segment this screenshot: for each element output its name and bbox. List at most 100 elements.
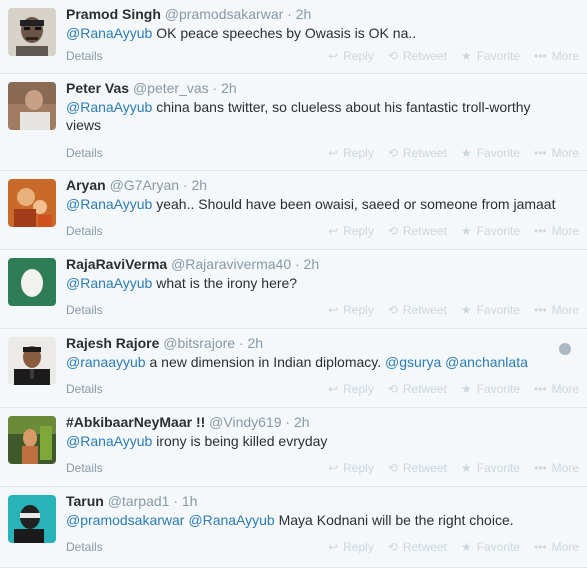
details-link[interactable]: Details <box>66 382 103 396</box>
tweet[interactable]: Aryan @G7Aryan · 2h @RanaAyyub yeah.. Sh… <box>0 171 587 250</box>
author-meta[interactable]: @Vindy619 · 2h <box>209 414 309 430</box>
avatar[interactable] <box>8 82 56 130</box>
favorite-button[interactable]: ★ Favorite <box>461 146 520 160</box>
more-button[interactable]: ••• More <box>534 224 579 238</box>
avatar[interactable] <box>8 416 56 464</box>
retweet-button[interactable]: ⟲ Retweet <box>388 224 447 238</box>
tweet[interactable]: Peter Vas @peter_vas · 2h @RanaAyyub chi… <box>0 74 587 171</box>
more-button[interactable]: ••• More <box>534 49 579 63</box>
mention-link[interactable]: @RanaAyyub <box>66 275 152 291</box>
more-button[interactable]: ••• More <box>534 303 579 317</box>
more-button[interactable]: ••• More <box>534 461 579 475</box>
more-icon: ••• <box>534 540 547 554</box>
star-icon: ★ <box>460 303 472 317</box>
favorite-button[interactable]: ★ Favorite <box>461 224 520 238</box>
tweet[interactable]: Pramod Singh @pramodsakarwar · 2h @RanaA… <box>0 0 587 74</box>
mention-link[interactable]: @gsurya <box>385 354 441 370</box>
more-icon: ••• <box>534 461 547 475</box>
author-meta[interactable]: @pramodsakarwar · 2h <box>165 6 312 22</box>
reply-label: Reply <box>343 224 374 238</box>
retweet-label: Retweet <box>402 224 447 238</box>
tweet[interactable]: RajaRaviVerma @Rajaraviverma40 · 2h @Ran… <box>0 250 587 329</box>
retweet-button[interactable]: ⟲ Retweet <box>388 146 447 160</box>
avatar[interactable] <box>8 337 56 385</box>
author-meta[interactable]: @tarpad1 · 1h <box>108 493 198 509</box>
details-link[interactable]: Details <box>66 146 103 160</box>
reply-button[interactable]: ↩ Reply <box>328 382 374 396</box>
mention-link[interactable]: @RanaAyyub <box>66 433 152 449</box>
more-icon: ••• <box>534 146 547 160</box>
retweet-icon: ⟲ <box>387 303 398 317</box>
favorite-button[interactable]: ★ Favorite <box>461 540 520 554</box>
retweet-label: Retweet <box>402 461 447 475</box>
retweet-button[interactable]: ⟲ Retweet <box>388 540 447 554</box>
author-name[interactable]: Rajesh Rajore <box>66 335 159 351</box>
author-meta[interactable]: @peter_vas · 2h <box>133 80 237 96</box>
more-icon: ••• <box>534 303 547 317</box>
author-meta[interactable]: @bitsrajore · 2h <box>163 335 263 351</box>
more-button[interactable]: ••• More <box>534 540 579 554</box>
reply-button[interactable]: ↩ Reply <box>328 540 374 554</box>
details-link[interactable]: Details <box>66 461 103 475</box>
retweet-button[interactable]: ⟲ Retweet <box>388 461 447 475</box>
tweet[interactable]: #AbkibaarNeyMaar !! @Vindy619 · 2h @Rana… <box>0 408 587 487</box>
tweet-body: irony is being killed evryday <box>152 433 328 449</box>
favorite-button[interactable]: ★ Favorite <box>461 303 520 317</box>
avatar[interactable] <box>8 495 56 543</box>
details-link[interactable]: Details <box>66 49 103 63</box>
reply-icon: ↩ <box>328 146 339 160</box>
mention-link[interactable]: @RanaAyyub <box>66 99 152 115</box>
more-button[interactable]: ••• More <box>534 382 579 396</box>
more-button[interactable]: ••• More <box>534 146 579 160</box>
reply-label: Reply <box>343 146 374 160</box>
retweet-icon: ⟲ <box>387 224 398 238</box>
retweet-button[interactable]: ⟲ Retweet <box>388 382 447 396</box>
reply-label: Reply <box>343 540 374 554</box>
star-icon: ★ <box>460 146 472 160</box>
retweet-icon: ⟲ <box>387 49 398 63</box>
details-link[interactable]: Details <box>66 303 103 317</box>
avatar[interactable] <box>8 258 56 306</box>
favorite-button[interactable]: ★ Favorite <box>461 461 520 475</box>
details-link[interactable]: Details <box>66 540 103 554</box>
mention-link[interactable]: @RanaAyyub <box>66 25 152 41</box>
author-name[interactable]: RajaRaviVerma <box>66 256 167 272</box>
more-label: More <box>551 224 579 238</box>
star-icon: ★ <box>460 382 472 396</box>
author-meta[interactable]: @G7Aryan · 2h <box>110 177 207 193</box>
mention-link[interactable]: @anchanlata <box>445 354 528 370</box>
favorite-label: Favorite <box>476 303 521 317</box>
avatar[interactable] <box>8 8 56 56</box>
avatar[interactable] <box>8 179 56 227</box>
favorite-button[interactable]: ★ Favorite <box>461 49 520 63</box>
reply-button[interactable]: ↩ Reply <box>328 224 374 238</box>
details-link[interactable]: Details <box>66 224 103 238</box>
mention-link[interactable]: @RanaAyyub <box>66 196 152 212</box>
reply-button[interactable]: ↩ Reply <box>328 146 374 160</box>
reply-button[interactable]: ↩ Reply <box>328 303 374 317</box>
reply-button[interactable]: ↩ Reply <box>328 49 374 63</box>
reply-label: Reply <box>343 303 374 317</box>
author-name[interactable]: Peter Vas <box>66 80 129 96</box>
tweet[interactable]: Rajesh Rajore @bitsrajore · 2h @ranaayyu… <box>0 329 587 408</box>
retweet-label: Retweet <box>402 382 447 396</box>
author-meta[interactable]: @Rajaraviverma40 · 2h <box>171 256 319 272</box>
retweet-button[interactable]: ⟲ Retweet <box>388 303 447 317</box>
author-name[interactable]: Tarun <box>66 493 104 509</box>
tweet[interactable]: Tarun @tarpad1 · 1h @pramodsakarwar @Ran… <box>0 487 587 568</box>
author-name[interactable]: Pramod Singh <box>66 6 161 22</box>
reply-icon: ↩ <box>328 49 339 63</box>
reply-icon: ↩ <box>328 303 339 317</box>
favorite-button[interactable]: ★ Favorite <box>461 382 520 396</box>
reply-button[interactable]: ↩ Reply <box>328 461 374 475</box>
mention-link[interactable]: @RanaAyyub <box>188 512 274 528</box>
mention-link[interactable]: @ranaayyub <box>66 354 146 370</box>
retweet-icon: ⟲ <box>387 146 398 160</box>
reply-icon: ↩ <box>328 461 339 475</box>
reply-label: Reply <box>343 461 374 475</box>
favorite-label: Favorite <box>476 540 521 554</box>
author-name[interactable]: Aryan <box>66 177 106 193</box>
mention-link[interactable]: @pramodsakarwar <box>66 512 184 528</box>
author-name[interactable]: #AbkibaarNeyMaar !! <box>66 414 205 430</box>
retweet-button[interactable]: ⟲ Retweet <box>388 49 447 63</box>
